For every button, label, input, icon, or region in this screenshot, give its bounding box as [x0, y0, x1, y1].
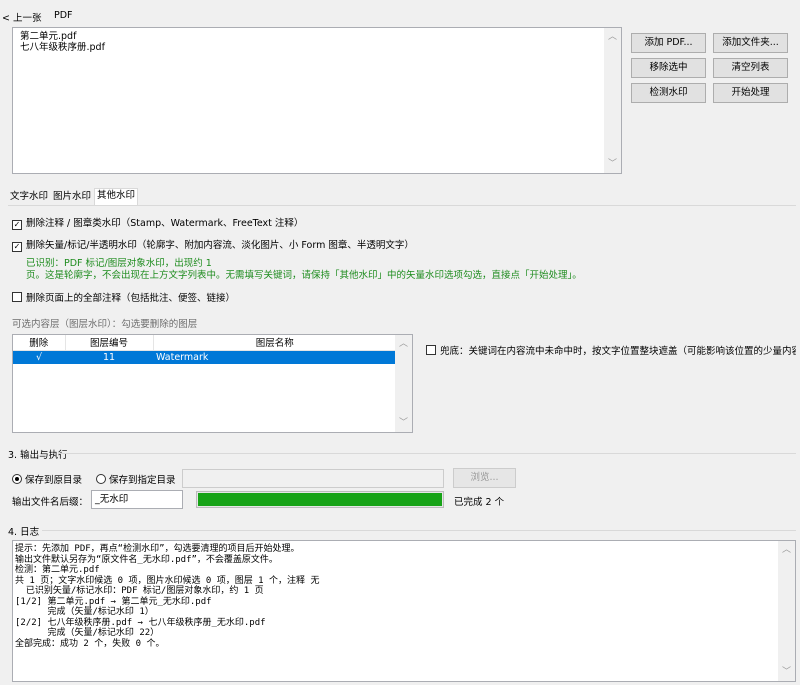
layer-row[interactable]: √ 11 Watermark	[13, 350, 396, 364]
clear-list-button[interactable]: 清空列表	[713, 58, 788, 78]
log-line: 共 1 页；文字水印候选 0 项，图片水印候选 0 项，图层 1 个，注释 无	[15, 575, 320, 586]
log-line: 检测：第二单元.pdf	[15, 565, 100, 575]
opt-annotations-label: 删除注释 / 图章类水印（Stamp、Watermark、FreeText 注释…	[26, 218, 304, 229]
remove-selected-button[interactable]: 移除选中	[631, 58, 706, 78]
start-process-button[interactable]: 开始处理	[713, 83, 788, 103]
log-section-title: 4. 日志	[8, 527, 40, 538]
radio-unselected-icon[interactable]	[96, 474, 106, 484]
tab-text-watermark[interactable]: 文字水印	[8, 190, 50, 205]
add-folder-button[interactable]: 添加文件夹...	[713, 33, 788, 53]
scroll-down-icon[interactable]: ﹀	[604, 157, 621, 171]
progress-status: 已完成 2 个	[454, 497, 505, 508]
scroll-down-icon[interactable]: ﹀	[778, 665, 795, 679]
detect-info-line2: 页。这是轮廓字，不会出现在上方文字列表中。无需填写关键词，请保持「其他水印」中的…	[26, 270, 582, 281]
scroll-down-icon[interactable]: ﹀	[395, 416, 412, 430]
opt-vector[interactable]: ✓ 删除矢量/标记/半透明水印（轮廓字、附加内容流、淡化图片、小 Form 图章、…	[12, 237, 414, 252]
checkbox-unchecked-icon[interactable]	[426, 345, 436, 355]
layer-name-cell: Watermark	[156, 351, 209, 363]
radio-specified-dir[interactable]: 保存到指定目录	[96, 472, 176, 486]
detect-watermark-button[interactable]: 检测水印	[631, 83, 706, 103]
progress-fill	[198, 493, 442, 506]
scroll-up-icon[interactable]: ︿	[604, 30, 621, 44]
suffix-label: 输出文件名后缀：	[12, 497, 89, 508]
suffix-input[interactable]: _无水印	[91, 490, 183, 509]
log-line: 提示：先添加 PDF，再点“检测水印”，勾选要清理的项目后开始处理。	[15, 544, 300, 554]
watermark-tabs: 文字水印 图片水印 其他水印	[8, 188, 208, 206]
log-line: 已识别矢量/标记水印：PDF 标记/图层对象水印，约 1 页	[15, 586, 264, 596]
radio-original-label: 保存到原目录	[25, 475, 83, 486]
checkbox-checked-icon[interactable]: ✓	[12, 220, 22, 230]
file-list[interactable]: 第二单元.pdf 七八年级秩序册.pdf ︿ ﹀	[12, 27, 622, 174]
file-list-item[interactable]: 第二单元.pdf	[20, 31, 621, 42]
scroll-up-icon[interactable]: ︿	[395, 337, 412, 351]
output-dir-input[interactable]	[182, 469, 444, 488]
other-watermark-panel: ✓ 删除注释 / 图章类水印（Stamp、Watermark、FreeText 注…	[8, 205, 796, 435]
opt-vector-label: 删除矢量/标记/半透明水印（轮廓字、附加内容流、淡化图片、小 Form 图章、半…	[26, 240, 414, 251]
radio-selected-icon[interactable]	[12, 474, 22, 484]
scroll-up-icon[interactable]: ︿	[778, 543, 795, 557]
log-section-divider	[42, 530, 796, 531]
layer-id-cell: 11	[102, 351, 116, 363]
checkbox-checked-icon[interactable]: ✓	[12, 242, 22, 252]
output-section-title: 3. 输出与执行	[8, 450, 68, 461]
progress-bar	[196, 491, 444, 508]
file-list-scrollbar[interactable]: ︿ ﹀	[604, 28, 621, 173]
layers-table[interactable]: 删除 图层编号 图层名称 √ 11 Watermark ︿ ﹀	[12, 334, 413, 433]
log-textarea[interactable]: 提示：先添加 PDF，再点“检测水印”，勾选要清理的项目后开始处理。 输出文件默认…	[12, 540, 796, 682]
output-section-divider	[58, 453, 796, 454]
log-line: [2/2] 七八年级秩序册.pdf → 七八年级秩序册_无水印.pdf	[15, 617, 266, 628]
log-line: [1/2] 第二单元.pdf → 第二单元_无水印.pdf	[15, 596, 212, 607]
opt-all-annotations[interactable]: 删除页面上的全部注释（包括批注、便签、链接）	[12, 290, 235, 304]
opt-annotations[interactable]: ✓ 删除注释 / 图章类水印（Stamp、Watermark、FreeText 注…	[12, 215, 303, 230]
add-pdf-button[interactable]: 添加 PDF...	[631, 33, 706, 53]
layers-label: 可选内容层（图层水印）：勾选要删除的图层	[12, 319, 198, 330]
opt-all-annotations-label: 删除页面上的全部注释（包括批注、便签、链接）	[26, 293, 236, 304]
col-layer-name[interactable]: 图层名称	[153, 335, 396, 351]
tab-other-watermark[interactable]: 其他水印	[94, 188, 139, 205]
file-list-item[interactable]: 七八年级秩序册.pdf	[20, 42, 621, 53]
fallback-option[interactable]: 兜底：关键词在内容流中未命中时，按文字位置整块遮盖（可能影响该位置的少量内容）	[426, 343, 796, 357]
radio-original-dir[interactable]: 保存到原目录	[12, 472, 82, 486]
pdf-section-title: PDF	[54, 10, 73, 21]
tab-image-watermark[interactable]: 图片水印	[51, 190, 93, 205]
layer-delete-cell: √	[35, 351, 43, 363]
log-line: 输出文件默认另存为“原文件名_无水印.pdf”，不会覆盖原文件。	[15, 554, 278, 565]
radio-specified-label: 保存到指定目录	[109, 475, 176, 486]
browse-button[interactable]: 浏览...	[453, 468, 516, 488]
log-line: 完成（矢量/标记水印 1）	[15, 607, 154, 617]
fallback-option-label: 兜底：关键词在内容流中未命中时，按文字位置整块遮盖（可能影响该位置的少量内容）	[440, 346, 796, 357]
log-scrollbar[interactable]: ︿ ﹀	[778, 541, 795, 681]
back-link[interactable]: < 上一张	[2, 10, 41, 24]
log-line: 完成（矢量/标记水印 22）	[15, 628, 160, 638]
checkbox-unchecked-icon[interactable]	[12, 292, 22, 302]
log-line: 全部完成：成功 2 个，失败 0 个。	[15, 638, 165, 649]
layers-scrollbar[interactable]: ︿ ﹀	[395, 335, 412, 432]
col-layer-id[interactable]: 图层编号	[65, 335, 154, 351]
col-delete[interactable]: 删除	[13, 335, 66, 351]
